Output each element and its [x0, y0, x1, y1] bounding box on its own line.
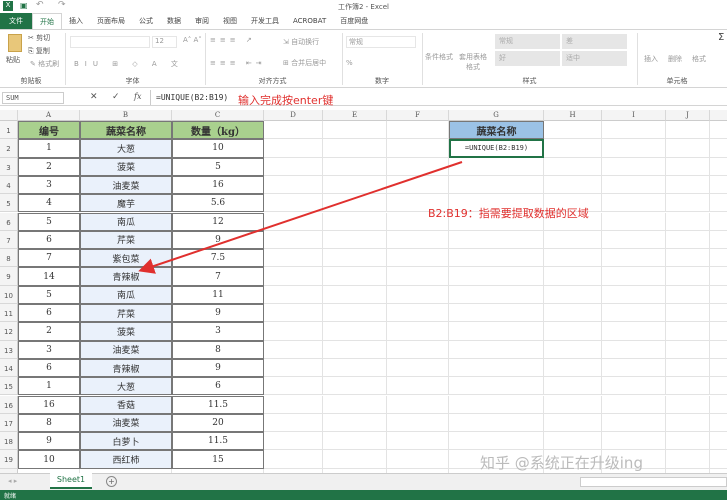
range-annotation: B2:B19：指需要提取数据的区域: [428, 207, 589, 220]
sheet-tab-sheet1[interactable]: Sheet1: [50, 473, 92, 489]
watermark: 知乎 @系统正在升级ing: [480, 454, 643, 472]
annotation-arrow: [138, 161, 463, 274]
add-sheet-icon[interactable]: +: [106, 476, 117, 487]
arrow-line: [138, 161, 463, 274]
sheet-tab-bar: ◂ ▸ +: [0, 473, 727, 490]
horizontal-scrollbar[interactable]: [580, 477, 727, 487]
status-bar: 就绪: [0, 490, 727, 500]
sheet-nav-arrows[interactable]: ◂ ▸: [8, 477, 17, 485]
